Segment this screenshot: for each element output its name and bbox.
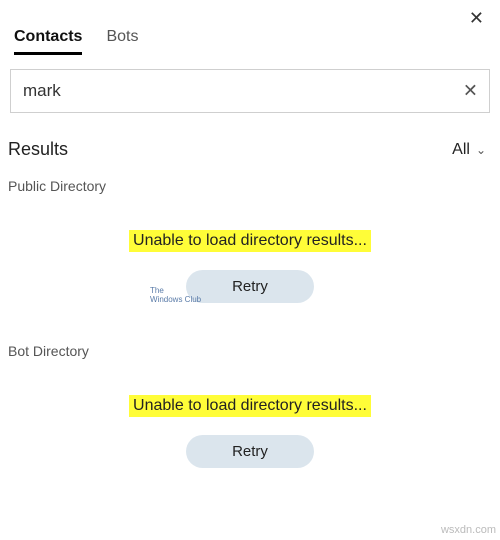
chevron-down-icon: ⌄: [476, 143, 486, 157]
tab-contacts[interactable]: Contacts: [14, 28, 82, 55]
public-directory-error: Unable to load directory results...: [0, 194, 500, 252]
bot-retry-row: Retry: [0, 435, 500, 468]
error-message: Unable to load directory results...: [129, 230, 371, 252]
results-title: Results: [8, 139, 68, 160]
retry-button[interactable]: Retry: [186, 270, 314, 303]
bot-directory-label: Bot Directory: [0, 333, 500, 359]
error-message: Unable to load directory results...: [129, 395, 371, 417]
clear-search-icon[interactable]: ✕: [459, 77, 482, 106]
retry-button[interactable]: Retry: [186, 435, 314, 468]
public-retry-row: Retry The Windows Club: [0, 270, 500, 303]
tab-bots[interactable]: Bots: [106, 28, 138, 55]
filter-label: All: [452, 141, 470, 159]
results-header: Results All ⌄: [0, 113, 500, 168]
results-filter-dropdown[interactable]: All ⌄: [452, 141, 486, 159]
bot-directory-error: Unable to load directory results...: [0, 359, 500, 417]
close-icon[interactable]: ✕: [461, 4, 492, 33]
search-container: ✕: [10, 69, 490, 113]
site-watermark: wsxdn.com: [441, 524, 496, 536]
search-input[interactable]: [10, 69, 490, 113]
tabs-bar: Contacts Bots: [0, 0, 500, 55]
public-directory-label: Public Directory: [0, 168, 500, 194]
